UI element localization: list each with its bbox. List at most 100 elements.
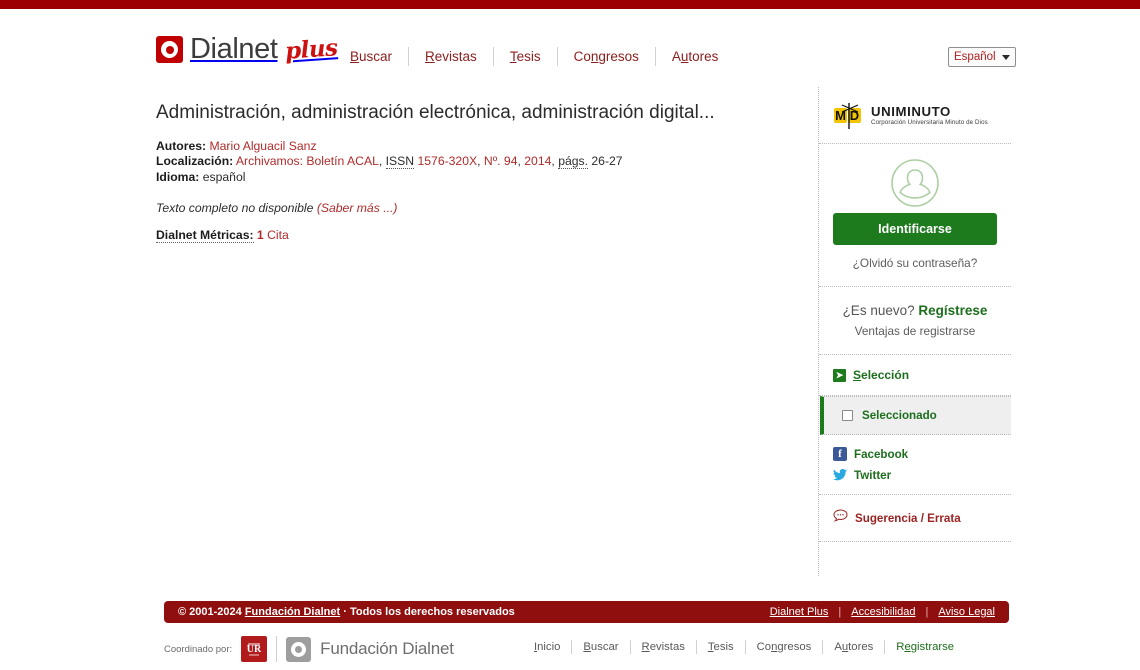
footer-nav-inicio[interactable]: Inicio [534,641,571,653]
logo-wordmark: Dialnet [190,33,278,65]
language-line: Idioma: español [156,170,796,186]
footer-nav-registrarse[interactable]: Registrarse [885,641,965,653]
suggestion-section[interactable]: Sugerencia / Errata [819,495,1011,542]
footer-nav-tesis[interactable]: Tesis [697,641,745,653]
register-prompt: ¿Es nuevo? Regístrese [833,303,997,318]
footer-links: Dialnet Plus | Accesibilidad | Aviso Leg… [770,606,995,618]
svg-text:M: M [835,108,846,123]
nav-item-revistas[interactable]: Revistas [409,49,493,64]
share-facebook-link[interactable]: f Facebook [833,447,997,461]
footer-link-divider: | [925,606,929,618]
coordinated-by-block: Coordinado por: UR Fundación Dialnet [164,636,454,662]
sidebar-tail [819,542,1011,576]
nav-item-buscar[interactable]: Buscar [350,49,408,64]
institution-name: UNIMINUTO [871,104,951,119]
login-section: Identificarse ¿Olvidó su contraseña? [819,144,1011,287]
page-root: Dialnet plus Buscar Revistas Tesis Congr… [0,9,1140,670]
foundation-name: Fundación Dialnet [320,639,454,658]
document-detail: Administración, administración electróni… [156,101,796,244]
footer-nav-congresos[interactable]: Congresos [746,641,823,653]
fundacion-dialnet-icon [286,636,312,662]
facebook-icon: f [833,447,847,461]
top-accent-bar [0,0,1140,9]
footer-copyright-bar: © 2001-2024 Fundación Dialnet · Todos lo… [164,601,1009,623]
main-nav: Buscar Revistas Tesis Congresos Autores [350,47,734,66]
dialnet-circle-icon [156,36,183,63]
localization-label: Localización: [156,154,234,169]
authors-label: Autores: [156,138,207,153]
seleccionado-label: Seleccionado [862,409,937,422]
uniminuto-logo-icon: M D [833,103,865,129]
footer-link-dialnet-plus[interactable]: Dialnet Plus [770,606,829,618]
footer-nav-autores[interactable]: Autores [823,641,884,653]
metrics-block: Dialnet Métricas: 1 Cita [156,228,796,244]
twitter-icon [833,468,847,482]
footer-link-divider: | [838,606,842,618]
register-section: ¿Es nuevo? Regístrese Ventajas de regist… [819,287,1011,355]
fulltext-notice-text: Texto completo no disponible [156,201,314,216]
issn-label: ISSN [385,154,415,170]
author-link[interactable]: Mario Alguacil Sanz [210,139,317,153]
pages-value: 26-27 [591,154,623,169]
seleccion-section[interactable]: ➤ Selección [819,355,1011,396]
issn-link[interactable]: 1576-320X [417,154,477,168]
seleccionado-row[interactable]: Seleccionado [820,396,1011,435]
speech-bubble-icon [833,509,848,527]
metrics-citation-link[interactable]: Cita [267,228,289,242]
footer-divider [276,636,278,662]
nav-item-tesis[interactable]: Tesis [494,49,557,64]
issue-link[interactable]: Nº. 94 [484,154,518,168]
site-header: Dialnet plus Buscar Revistas Tesis Congr… [0,9,1140,79]
metrics-count: 1 [256,228,264,243]
register-question: ¿Es nuevo? [842,303,915,318]
twitter-label: Twitter [854,468,892,482]
register-benefits-link[interactable]: Ventajas de registrarse [833,324,997,338]
login-button[interactable]: Identificarse [833,213,997,245]
pages-label: págs. [558,154,589,170]
chevron-down-icon [1002,54,1010,60]
suggestion-label: Sugerencia / Errata [855,511,961,525]
foundation-link[interactable]: Fundación Dialnet [245,606,340,618]
metadata-block: Autores: Mario Alguacil Sanz Localizació… [156,139,796,186]
svg-text:UR: UR [247,644,262,655]
register-link[interactable]: Regístrese [918,303,987,318]
localization-line: Localización: Archivamos: Boletín ACAL, … [156,154,623,170]
authors-line: Autores: Mario Alguacil Sanz [156,139,796,155]
facebook-label: Facebook [854,447,909,461]
forgot-password-link[interactable]: ¿Olvidó su contraseña? [833,256,997,270]
share-twitter-link[interactable]: Twitter [833,468,997,482]
nav-item-autores[interactable]: Autores [656,49,735,64]
logo-plus-label: plus [284,34,339,65]
journal-link[interactable]: Archivamos: Boletín ACAL [236,154,379,168]
page-title: Administración, administración electróni… [156,102,715,123]
sidebar: M D UNIMINUTO Corporación Universitaria … [818,87,1011,576]
checkbox-unchecked-icon[interactable] [842,410,853,421]
footer-link-accesibilidad[interactable]: Accesibilidad [851,606,915,618]
fulltext-more-link[interactable]: (Saber más ...) [317,201,398,215]
user-avatar-icon [890,159,940,212]
green-arrow-icon: ➤ [833,368,846,382]
language-select[interactable]: Español [948,47,1016,67]
nav-item-congresos[interactable]: Congresos [558,49,655,64]
universidad-rioja-logo-icon: UR [241,636,268,662]
language-select-value: Español [954,51,996,63]
copyright-prefix: © 2001-2024 [178,606,245,618]
footer-nav-buscar[interactable]: Buscar [572,641,629,653]
year-link[interactable]: 2014 [524,154,551,168]
fulltext-notice: Texto completo no disponible (Saber más … [156,201,796,215]
dialnet-logo[interactable]: Dialnet plus [156,33,339,66]
institution-banner: M D UNIMINUTO Corporación Universitaria … [819,87,1011,144]
copyright-suffix: · Todos los derechos reservados [340,606,515,618]
social-section: f Facebook Twitter [819,435,1011,495]
footer-nav-revistas[interactable]: Revistas [631,641,696,653]
language-label: Idioma: [156,169,200,184]
footer-link-aviso-legal[interactable]: Aviso Legal [938,606,995,618]
seleccion-link[interactable]: Selección [853,368,909,382]
coordinated-by-label: Coordinado por: [164,643,233,655]
language-value: español [202,169,246,184]
copyright-text: © 2001-2024 Fundación Dialnet · Todos lo… [178,606,515,618]
institution-text: UNIMINUTO Corporación Universitaria Minu… [871,105,988,127]
footer-nav: Inicio Buscar Revistas Tesis Congresos A… [534,640,965,654]
metrics-label: Dialnet Métricas: [156,228,254,244]
footer-lower: Coordinado por: UR Fundación Dialnet Ini… [0,629,1140,670]
